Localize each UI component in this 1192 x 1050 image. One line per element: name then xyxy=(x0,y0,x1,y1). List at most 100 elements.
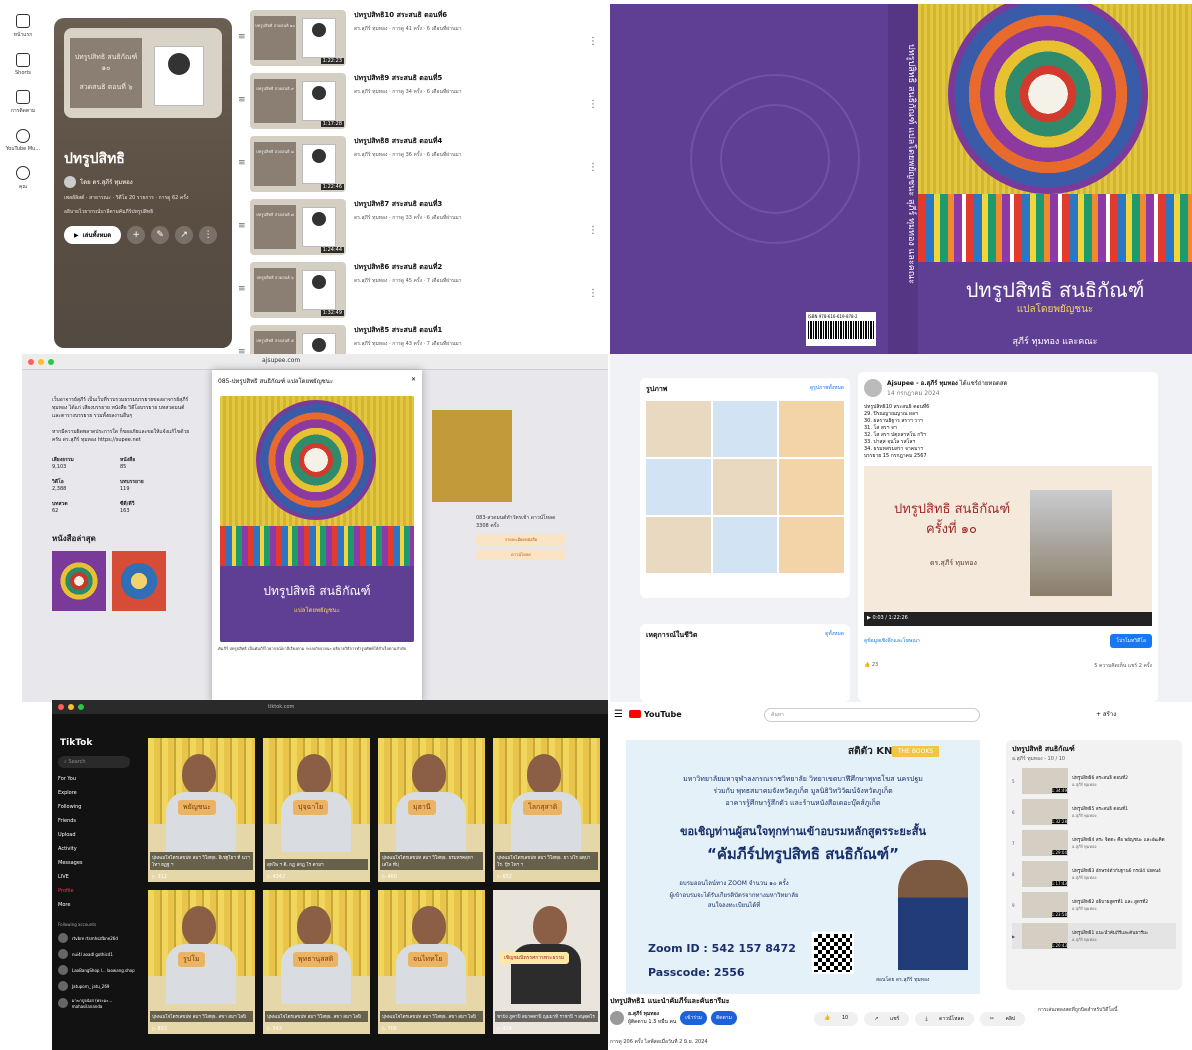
more-icon[interactable]: ⋮ xyxy=(588,36,598,47)
minimize-window-icon[interactable] xyxy=(68,704,74,710)
download-button[interactable]: ⤓ ดาวน์โหลด xyxy=(915,1012,974,1026)
list-item[interactable]: ≡ ปทรูปสิทธิ สวดสนธิ ๕ปทรูปสิทธิ5 สระสนธิ… xyxy=(238,325,608,355)
avatar[interactable] xyxy=(864,379,882,397)
following-account[interactable]: LaoBangShop l... laowang.shop xyxy=(58,965,142,975)
nav-youtube-music[interactable]: YouTube Mu... xyxy=(0,129,46,152)
photo-thumbnail[interactable] xyxy=(779,401,844,457)
photo-thumbnail[interactable] xyxy=(712,401,778,457)
drag-handle-icon[interactable]: ≡ xyxy=(238,95,250,105)
post-author[interactable]: Ajsupee - อ.สุภีร์ ทุมทอง xyxy=(887,380,958,387)
list-item[interactable]: 6 1:32:28 ปทรูปสิทธิ5 สระสนธิ ตอนที่1 อ.สุภ… xyxy=(1012,799,1176,825)
video-card[interactable]: โลกสุสาติ ปุพพเมโจไตรเลขปท สมฯ วิโสทฺธ. ย… xyxy=(493,738,600,882)
video-title[interactable]: ปทรูปสิทธิ10 สระสนธิ ตอนที่6 xyxy=(354,10,574,21)
menu-for-you[interactable]: For You xyxy=(58,776,142,782)
post-date[interactable]: 14 กรกฎาคม 2024 xyxy=(887,390,940,397)
search-input[interactable]: ⌕ Search xyxy=(58,756,130,768)
join-button[interactable]: เข้าร่วม xyxy=(680,1011,708,1025)
list-item-current[interactable]: ▶ 1:20:43 ปทรูปสิทธิ1 แนะนำคัมภีร์และคันธา… xyxy=(1012,923,1176,949)
menu-activity[interactable]: Activity xyxy=(58,846,142,852)
share-button[interactable]: ↗ แชร์ xyxy=(864,1012,910,1026)
photo-thumbnail[interactable] xyxy=(779,517,844,573)
video-card[interactable]: จนไททโย ปุพพเมโจไตรเลขปท สมฯ วิโสทฺธ. สขา… xyxy=(378,890,485,1034)
photo-thumbnail[interactable] xyxy=(712,517,778,573)
avatar[interactable] xyxy=(610,1011,624,1025)
drag-handle-icon[interactable]: ≡ xyxy=(238,158,250,168)
photo-thumbnail[interactable] xyxy=(646,459,711,515)
video-card[interactable]: ปุจฺฉาโย สุทโพ ฯ ติ. กฏ สกฎ โร ตามฯ ▷ 4342 xyxy=(263,738,370,882)
menu-messages[interactable]: Messages xyxy=(58,860,142,866)
photo-thumbnail[interactable] xyxy=(779,459,844,515)
minimize-window-icon[interactable] xyxy=(38,358,44,365)
nav-shorts[interactable]: Shorts xyxy=(0,53,46,76)
play-all-button[interactable]: ▶ เล่นทั้งหมด xyxy=(64,226,122,244)
menu-profile[interactable]: Profile xyxy=(58,888,142,894)
stat-cds[interactable]: ซีดี/ดีวี 163 xyxy=(120,500,180,514)
list-item[interactable]: 5 1:34:49 ปทรูปสิทธิ6 สระสนธิ ตอนที่2 อ.สุภ… xyxy=(1012,768,1176,794)
photo-thumbnail[interactable] xyxy=(646,517,711,573)
post-video[interactable]: ปทรูปสิทธิ สนธิกัณฑ์ ครั้งที่ ๑๐ ดร.สุภี… xyxy=(864,466,1152,626)
create-button[interactable]: + สร้าง xyxy=(1096,709,1116,719)
video-title[interactable]: ปทรูปสิทธิ7 สระสนธิ ตอนที่3 xyxy=(354,199,574,210)
list-item[interactable]: ≡ ปทรูปสิทธิ สวดสนธิ ๗ 1:24:44 ปทรูปสิทธิ7 … xyxy=(238,199,608,262)
clip-button[interactable]: ✂ คลิป xyxy=(979,1012,1026,1026)
search-input[interactable]: ค้นหา xyxy=(764,708,980,722)
more-icon[interactable]: ⋮ xyxy=(588,288,598,299)
download-button[interactable]: ดาวน์โหลด xyxy=(476,549,566,560)
list-item[interactable]: 7 1:29:04 ปทรูปสิทธิ4 สระ จิตตะ คือ พยัญชน… xyxy=(1012,830,1176,856)
menu-icon[interactable]: ☰ xyxy=(614,709,623,720)
menu-upload[interactable]: Upload xyxy=(58,832,142,838)
stat-chants[interactable]: บทสวด 62 xyxy=(52,500,112,514)
drag-handle-icon[interactable]: ≡ xyxy=(238,32,250,42)
address-bar[interactable]: ajsupee.com xyxy=(262,357,300,364)
video-card[interactable]: พุทธานุสสติ ปุพพเมโจไตรเลขปท สมฯ วิโสทฺธ.… xyxy=(263,890,370,1034)
video-thumbnail[interactable]: ปทรูปสิทธิ สวดสนธิ ๕ xyxy=(250,325,346,355)
photo-thumbnail[interactable] xyxy=(712,459,778,515)
address-bar[interactable]: tiktok.com xyxy=(268,704,294,710)
video-card[interactable]: เชิญชมนิทรรศการพระธรรม ชาปัง ภูคาปิ สมาคต… xyxy=(493,890,600,1034)
more-icon[interactable]: ⋮ xyxy=(588,162,598,173)
add-icon[interactable]: + xyxy=(127,226,146,244)
stat-lectures[interactable]: บทบรรยาย 119 xyxy=(120,478,180,492)
insights-link[interactable]: ดูข้อมูลเชิงลึกและโฆษณา xyxy=(864,637,920,645)
video-card[interactable]: พยัญชนะ ปุพพเมโจไตรเลขปท สมฯ วิโสทฺธ. อิเ… xyxy=(148,738,255,882)
list-item[interactable]: 9 1:23:58 ปทรูปสิทธิ2 อธิบายสูตรที่1 และ ส… xyxy=(1012,892,1176,918)
video-thumbnail[interactable]: ปทรูปสิทธิ สวดสนธิ ๙ 1:17:28 xyxy=(250,73,346,129)
youtube-logo[interactable]: YouTube xyxy=(628,710,682,719)
edit-icon[interactable]: ✎ xyxy=(151,226,170,244)
see-all-events-link[interactable]: ดูทั้งหมด xyxy=(825,630,844,641)
playlist-owner[interactable]: โดย ดร.สุภีร์ ทุมทอง xyxy=(64,176,222,188)
video-thumbnail[interactable]: ปทรูปสิทธิ สวดสนธิ ๖ 1:32:49 xyxy=(250,262,346,318)
video-description[interactable]: การดู 206 ครั้ง ไลฟ์สดเมื่อวันที่ 2 มิ.ย… xyxy=(610,1038,708,1046)
following-account[interactable]: rtvbre rtsmhszfbne26d xyxy=(58,933,142,943)
video-thumbnail[interactable]: ปทรูปสิทธิ สวดสนธิ ๘ 1:22:46 xyxy=(250,136,346,192)
playlist-title[interactable]: ปทรูปสิทธิ สนธิกัณฑ์ xyxy=(1012,744,1176,755)
video-controls[interactable]: ▶ 0:03 / 1:22:26 xyxy=(864,612,1152,626)
comment-share-count[interactable]: 5 ความคิดเห็น แชร์ 2 ครั้ง xyxy=(1094,662,1152,670)
video-title[interactable]: ปทรูปสิทธิ8 สระสนธิ ตอนที่4 xyxy=(354,136,574,147)
maximize-window-icon[interactable] xyxy=(48,358,54,365)
following-account[interactable]: มาฆาปูจนังส (พระมะ... mahasilananda xyxy=(58,997,142,1009)
menu-more[interactable]: More xyxy=(58,902,142,908)
stat-videos[interactable]: วิดีโอ 2,388 xyxy=(52,478,112,492)
video-thumbnail[interactable]: ปทรูปสิทธิ สวดสนธิ ๑๐ 1:22:23 xyxy=(250,10,346,66)
nav-you[interactable]: คุณ xyxy=(0,166,46,191)
drag-handle-icon[interactable]: ≡ xyxy=(238,284,250,294)
see-all-photos-link[interactable]: ดูรูปภาพทั้งหมด xyxy=(810,384,844,395)
nav-subscriptions[interactable]: การติดตาม xyxy=(0,90,46,115)
menu-following[interactable]: Following xyxy=(58,804,142,810)
close-icon[interactable]: ✕ xyxy=(411,376,416,386)
list-item[interactable]: 8 1:17:43 ปทรูปสิทธิ3 อักษร4ตัวกับฐาน6 กรณ… xyxy=(1012,861,1176,887)
list-item[interactable]: ≡ ปทรูปสิทธิ สวดสนธิ ๖ 1:32:49 ปทรูปสิทธิ6 … xyxy=(238,262,608,325)
video-player[interactable]: สติตัว KNOW THE BOOKS มหาวิทยาลัยมหาจุฬา… xyxy=(626,740,980,994)
playlist-thumbnail[interactable]: ปทรูปสิทธิ สนธิกัณฑ์ ๑๐ สวดสนธิ ตอนที่ ๖ xyxy=(64,28,222,118)
video-card[interactable]: มุฮานี ปุพพเมโจไตรเลขปท สมฯ วิโสทฺธ. ธรมห… xyxy=(378,738,485,882)
drag-handle-icon[interactable]: ≡ xyxy=(238,221,250,231)
more-icon[interactable]: ⋮ xyxy=(199,226,218,244)
more-icon[interactable]: ⋮ xyxy=(588,225,598,236)
reaction-count[interactable]: 👍 23 xyxy=(864,662,878,670)
photo-thumbnail[interactable] xyxy=(646,401,711,457)
latest-book-thumbnail[interactable] xyxy=(52,551,106,611)
list-item[interactable]: ≡ ปทรูปสิทธิ สวดสนธิ ๑๐ 1:22:23 ปทรูปสิทธิ1… xyxy=(238,10,608,73)
video-card[interactable]: รูปโม ปุพพเมโจไตรเลขปท สมฯ วิโสทฺธ. สขา ส… xyxy=(148,890,255,1034)
menu-explore[interactable]: Explore xyxy=(58,790,142,796)
